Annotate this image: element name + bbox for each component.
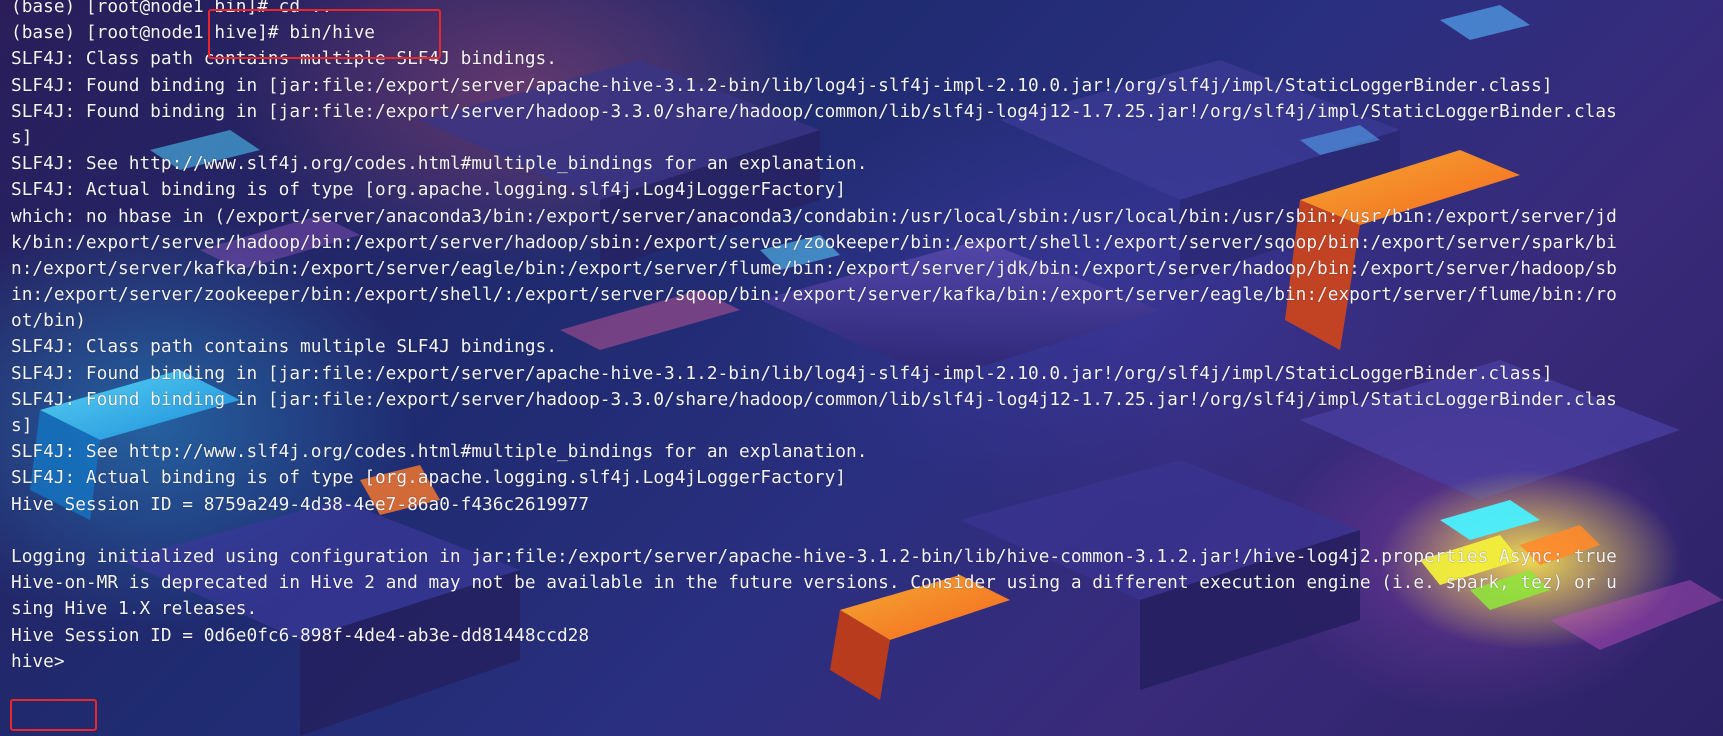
terminal-line: s] <box>11 415 33 436</box>
terminal-line: SLF4J: Class path contains multiple SLF4… <box>11 336 557 358</box>
prompt-highlight-box <box>10 699 97 731</box>
terminal-line: Logging initialized using configuration … <box>11 545 1617 567</box>
terminal-prompt[interactable]: hive> <box>11 649 1721 675</box>
terminal-line: SLF4J: Found binding in [jar:file:/expor… <box>11 388 1617 410</box>
terminal-window[interactable]: (base) [root@node1 bin]# cd .. (base) [ro… <box>0 0 1723 736</box>
terminal-line: SLF4J: Actual binding is of type [org.ap… <box>11 467 847 489</box>
terminal-line: SLF4J: Found binding in [jar:file:/expor… <box>11 100 1617 122</box>
command-highlight-box <box>208 9 441 59</box>
terminal-line: SLF4J: Actual binding is of type [org.ap… <box>11 179 847 201</box>
terminal-line: ot/bin) <box>11 310 86 332</box>
terminal-line: SLF4J: See http://www.slf4j.org/codes.ht… <box>11 441 868 463</box>
terminal-line: SLF4J: See http://www.slf4j.org/codes.ht… <box>11 153 868 175</box>
terminal-line: n:/export/server/kafka/bin:/export/serve… <box>11 257 1617 279</box>
terminal-line: SLF4J: Found binding in [jar:file:/expor… <box>11 362 1553 384</box>
terminal-line: Hive Session ID = 8759a249-4d38-4ee7-86a… <box>11 493 590 515</box>
terminal-line: in:/export/server/zookeeper/bin:/export/… <box>11 284 1617 306</box>
terminal-line: sing Hive 1.X releases. <box>11 598 258 620</box>
terminal-line: SLF4J: Found binding in [jar:file:/expor… <box>11 74 1553 96</box>
terminal-line: which: no hbase in (/export/server/anaco… <box>11 205 1617 227</box>
terminal-output[interactable]: (base) [root@node1 bin]# cd .. (base) [ro… <box>11 0 1721 675</box>
terminal-line: Hive Session ID = 0d6e0fc6-898f-4de4-ab3… <box>11 624 590 646</box>
terminal-line: s] <box>11 126 33 148</box>
terminal-line: Hive-on-MR is deprecated in Hive 2 and m… <box>11 572 1617 594</box>
terminal-line: k/bin:/export/server/hadoop/bin:/export/… <box>11 231 1617 253</box>
